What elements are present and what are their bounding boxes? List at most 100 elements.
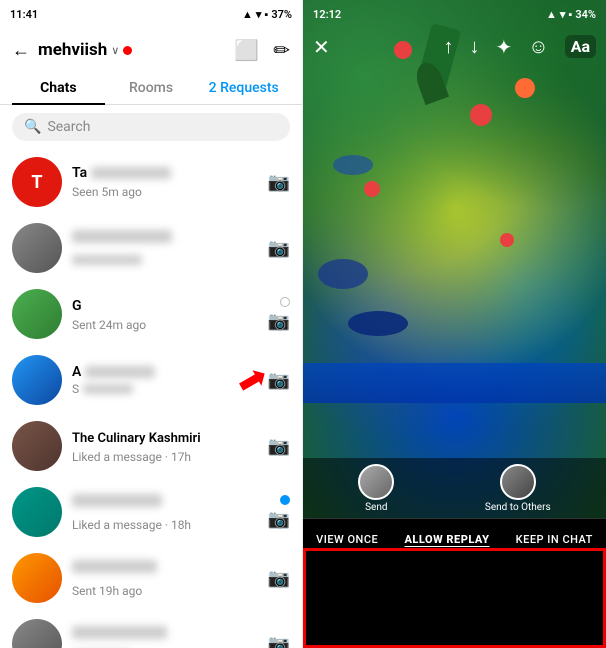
search-bar[interactable]: 🔍 Search — [12, 113, 290, 141]
close-icon[interactable]: ✕ — [313, 35, 330, 59]
keep-in-chat-button[interactable]: KEEP IN CHAT — [510, 529, 599, 550]
header-left: ← mehviish ∨ — [12, 40, 132, 61]
avatar: T — [12, 157, 62, 207]
camera-icon[interactable]: 📷 — [268, 172, 290, 193]
flower-decoration — [500, 233, 514, 247]
wifi-icon: ▾ — [256, 8, 262, 21]
status-icons: ▲ ▾ ▪ 37% — [242, 8, 292, 21]
chat-item[interactable]: 📷 — [0, 215, 302, 281]
camera-icon[interactable]: 📷 — [268, 509, 290, 530]
chat-info: The Culinary Kashmiri Liked a message · … — [72, 427, 262, 465]
chat-item[interactable]: G Sent 24m ago 📷 — [0, 281, 302, 347]
camera-icon[interactable]: 📷 — [268, 634, 290, 648]
story-actions: VIEW ONCE ALLOW REPLAY KEEP IN CHAT — [303, 518, 606, 648]
chat-name-blur — [72, 230, 172, 243]
tabs-bar: Chats Rooms 2 Requests — [0, 72, 302, 105]
status-bar-right: 12:12 ▲ ▾ ▪ 34% — [303, 0, 606, 28]
camera-icon[interactable]: 📷 — [268, 370, 290, 391]
send-avatar — [358, 464, 394, 500]
tab-requests[interactable]: 2 Requests — [197, 72, 290, 104]
flower-decoration — [470, 104, 492, 126]
sparkle-icon[interactable]: ✦ — [496, 35, 513, 59]
chat-item[interactable]: A S 📷 ➡ — [0, 347, 302, 413]
battery-level-right: 34% — [575, 8, 596, 21]
tab-chats[interactable]: Chats — [12, 72, 105, 104]
compose-icon[interactable]: ✏ — [273, 38, 290, 62]
camera-icon[interactable]: 📷 — [268, 568, 290, 589]
chat-right: 📷 — [268, 238, 290, 259]
chat-right: 📷 — [268, 370, 290, 391]
chat-sub: Liked a message · 17h — [72, 450, 191, 464]
chat-name: G — [72, 298, 82, 314]
chat-item[interactable]: 📷 — [0, 611, 302, 648]
signal-icon: ▲ — [242, 8, 253, 21]
send-others-avatar — [500, 464, 536, 500]
avatar-image — [12, 619, 62, 648]
status-time: 11:41 — [10, 8, 38, 21]
chat-right: 📷 — [268, 436, 290, 457]
status-bar-left: 11:41 ▲ ▾ ▪ 37% — [0, 0, 302, 28]
avatar-image — [12, 421, 62, 471]
send-label: Send — [365, 502, 387, 513]
battery-icon: ▪ — [264, 8, 268, 21]
story-top-actions: ↑ ↓ ✦ ☺ Aa — [444, 34, 597, 59]
avatar — [12, 553, 62, 603]
chevron-down-icon[interactable]: ∨ — [111, 44, 119, 57]
signal-icon-right: ▲ — [546, 8, 557, 21]
avatar-image — [12, 355, 62, 405]
chat-sub: Seen 5m ago — [72, 185, 142, 199]
story-image — [303, 0, 606, 518]
chat-name: The Culinary Kashmiri — [72, 431, 201, 446]
camera-icon[interactable]: 📷 — [268, 436, 290, 457]
view-once-button[interactable]: VIEW ONCE — [310, 529, 384, 550]
story-top-bar: ✕ ↑ ↓ ✦ ☺ Aa — [303, 28, 606, 65]
chat-sub: Sent 24m ago — [72, 318, 146, 332]
avatar-image — [12, 487, 62, 537]
flower-decoration — [515, 78, 535, 98]
unread-circle — [280, 297, 290, 307]
chat-item[interactable]: Sent 19h ago 📷 — [0, 545, 302, 611]
avatar-image — [12, 223, 62, 273]
chat-sub: Sent 19h ago — [72, 584, 142, 598]
chat-right: 📷 — [268, 495, 290, 530]
search-icon: 🔍 — [24, 119, 41, 135]
right-panel: 12:12 ▲ ▾ ▪ 34% ✕ ↑ ↓ ✦ ☺ Aa — [303, 0, 606, 648]
chat-info: G Sent 24m ago — [72, 295, 262, 333]
battery-icon-right: ▪ — [568, 8, 572, 21]
chat-sub-blur — [83, 384, 133, 394]
avatar — [12, 619, 62, 648]
avatar — [12, 355, 62, 405]
header-actions: ⬜ ✏ — [234, 38, 290, 62]
back-button[interactable]: ← — [12, 40, 30, 61]
chat-item[interactable]: Liked a message · 18h 📷 — [0, 479, 302, 545]
story-send-area: Send Send to Others — [303, 458, 606, 518]
tab-rooms[interactable]: Rooms — [105, 72, 198, 104]
wave-decoration — [318, 259, 368, 289]
emoji-icon[interactable]: ☺ — [528, 34, 548, 59]
chat-sub: Liked a message · 18h — [72, 518, 191, 532]
chat-sub-blur — [72, 255, 142, 265]
avatar — [12, 223, 62, 273]
camera-icon[interactable]: 📷 — [268, 238, 290, 259]
send-others-item[interactable]: Send to Others — [485, 464, 551, 513]
allow-replay-button[interactable]: ALLOW REPLAY — [398, 529, 495, 550]
chat-item[interactable]: The Culinary Kashmiri Liked a message · … — [0, 413, 302, 479]
chat-item[interactable]: T Ta Seen 5m ago 📷 — [0, 149, 302, 215]
username-label: mehviish — [38, 40, 107, 60]
chat-sub: S — [72, 382, 79, 396]
send-item[interactable]: Send — [358, 464, 394, 513]
story-background — [303, 0, 606, 518]
unread-dot — [280, 495, 290, 505]
video-call-icon[interactable]: ⬜ — [234, 38, 259, 62]
chat-name: A — [72, 364, 81, 380]
avatar — [12, 487, 62, 537]
text-tool-button[interactable]: Aa — [565, 35, 596, 58]
download-icon[interactable]: ↓ — [470, 34, 480, 59]
camera-icon[interactable]: 📷 — [268, 311, 290, 332]
status-time-right: 12:12 — [313, 8, 341, 21]
water-decoration — [303, 363, 606, 403]
chat-name-blur — [85, 366, 155, 378]
chat-right: 📷 — [268, 634, 290, 648]
avatar — [12, 289, 62, 339]
share-icon[interactable]: ↑ — [444, 34, 454, 59]
